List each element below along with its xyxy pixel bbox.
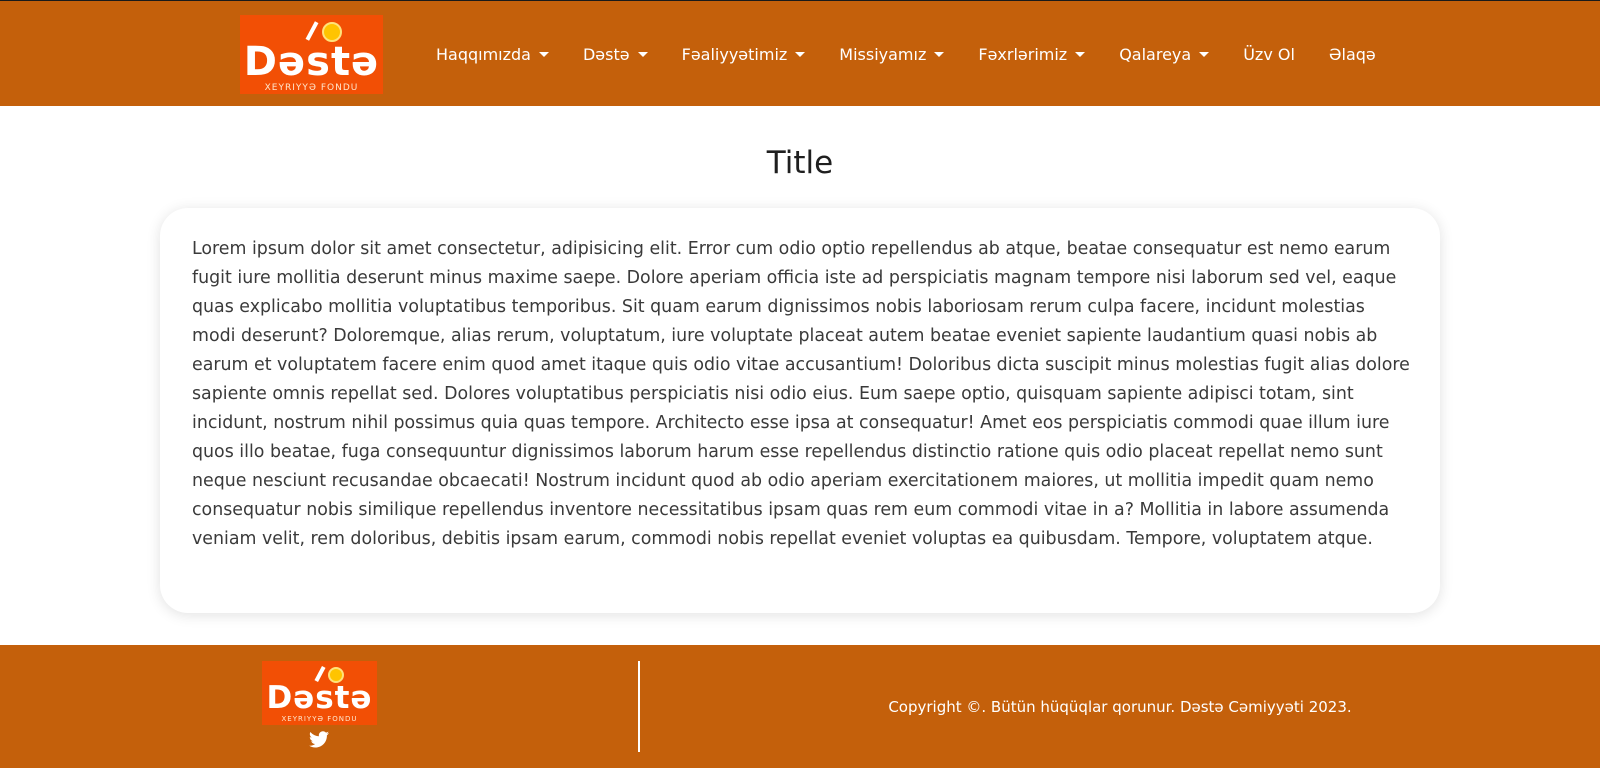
caret-down-icon	[637, 51, 648, 57]
nav-item-label: Missiyamız	[839, 44, 927, 64]
logo-sun-mark	[322, 22, 342, 42]
nav-item-label: Fəxrlərimiz	[978, 44, 1068, 64]
nav-item-label: Üzv Ol	[1243, 44, 1295, 64]
logo-brand-text: Dəstə	[266, 680, 373, 716]
content-card: Lorem ipsum dolor sit amet consectetur, …	[160, 208, 1440, 613]
nav-item-fexrlerimiz[interactable]: Fəxrlərimiz	[961, 45, 1102, 64]
main-nav: Haqqımızda Dəstə Fəaliyyətimiz Missiyamı…	[419, 1, 1393, 107]
nav-item-missiyamiz[interactable]: Missiyamız	[822, 45, 961, 64]
page-title: Title	[766, 145, 834, 181]
logo-subtitle: XEYRIYYƏ FONDU	[264, 83, 359, 93]
top-navbar: Dəstə XEYRIYYƏ FONDU Haqqımızda Dəstə Fə…	[0, 0, 1600, 106]
nav-item-qalareya[interactable]: Qalareya	[1102, 45, 1226, 64]
nav-item-label: Dəstə	[582, 44, 630, 64]
twitter-icon[interactable]	[309, 731, 329, 748]
site-logo[interactable]: Dəstə XEYRIYYƏ FONDU	[240, 15, 383, 94]
nav-item-elaqe[interactable]: Əlaqə	[1312, 45, 1393, 64]
nav-item-label: Qalareya	[1119, 44, 1192, 64]
site-footer: Dəstə XEYRIYYƏ FONDU Copyright ©. Bütün …	[0, 645, 1600, 768]
nav-item-label: Fəaliyyətimiz	[681, 44, 788, 64]
logo-sun-mark	[328, 667, 344, 683]
logo-subtitle: XEYRIYYƏ FONDU	[281, 715, 358, 723]
caret-down-icon	[538, 51, 549, 57]
caret-down-icon	[1075, 51, 1086, 57]
logo-brand-text: Dəstə	[243, 39, 380, 85]
caret-down-icon	[795, 51, 806, 57]
caret-down-icon	[1199, 51, 1210, 57]
nav-item-label: Əlaqə	[1328, 44, 1376, 64]
nav-item-deste[interactable]: Dəstə	[566, 45, 665, 64]
nav-item-fealiyyetimiz[interactable]: Fəaliyyətimiz	[665, 45, 823, 64]
copyright-text: Copyright ©. Bütün hüqüqlar qorunur. Dəs…	[888, 698, 1352, 716]
content-paragraph: Lorem ipsum dolor sit amet consectetur, …	[192, 239, 1410, 549]
caret-down-icon	[934, 51, 945, 57]
logo-pen-mark	[305, 21, 319, 41]
footer-logo[interactable]: Dəstə XEYRIYYƏ FONDU	[262, 661, 377, 725]
nav-item-haqqimizda[interactable]: Haqqımızda	[419, 45, 566, 64]
footer-divider	[638, 661, 640, 752]
nav-item-uzv-ol[interactable]: Üzv Ol	[1226, 45, 1312, 64]
nav-item-label: Haqqımızda	[436, 44, 531, 64]
